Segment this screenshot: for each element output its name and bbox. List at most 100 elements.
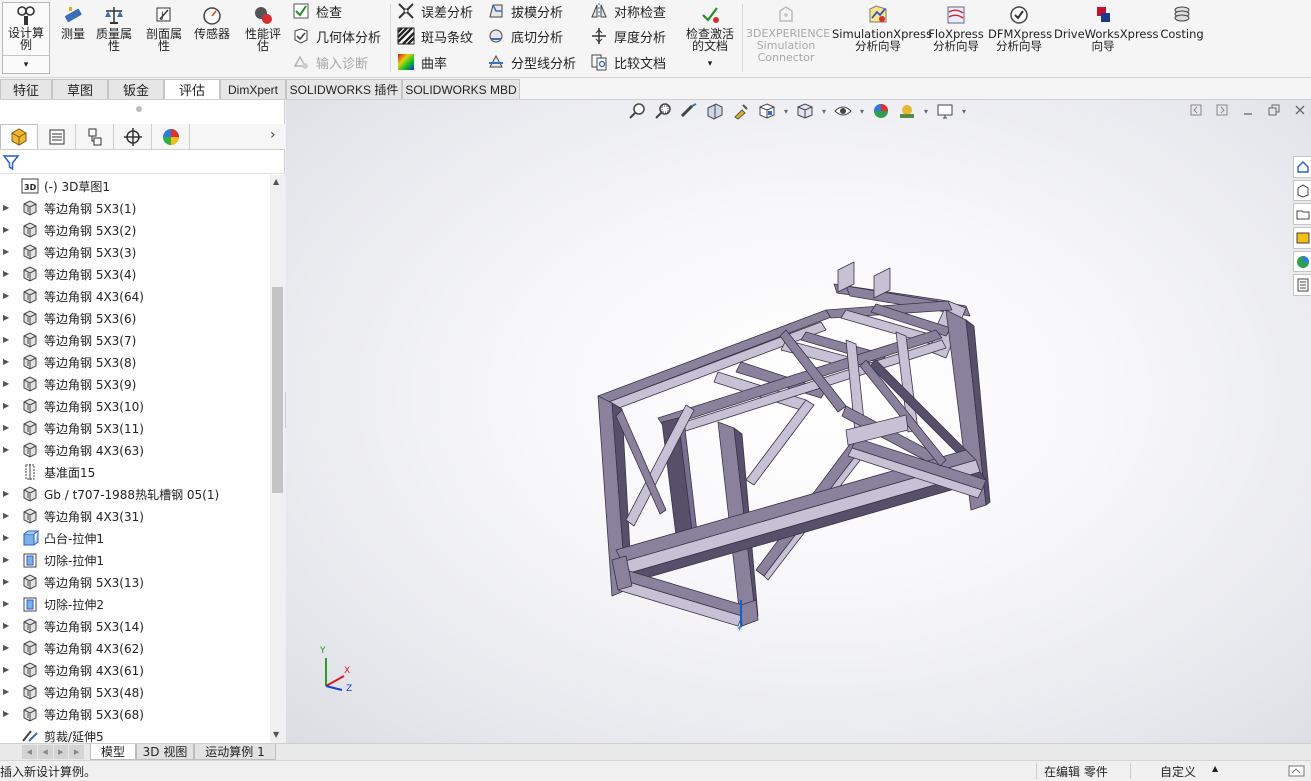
tab-features[interactable]: 特征 [0, 79, 52, 99]
frame-member[interactable] [740, 599, 759, 627]
expand-arrow-icon[interactable]: ▶ [3, 203, 11, 213]
expand-arrow-icon[interactable]: ▶ [3, 291, 11, 301]
design-study-button[interactable]: 设计算例 ▾ [2, 2, 50, 74]
frame-member[interactable] [745, 399, 815, 486]
driveworksxpress-button[interactable]: DriveWorksXpress 向导 [1054, 4, 1158, 52]
filter-funnel-icon[interactable] [2, 153, 20, 171]
scroll-up-arrow-icon[interactable]: ▲ [273, 177, 279, 186]
expand-arrow-icon[interactable]: ▶ [3, 643, 11, 653]
expand-arrow-icon[interactable]: ▶ [3, 313, 11, 323]
expand-arrow-icon[interactable]: ▶ [3, 357, 11, 367]
frame-member[interactable] [869, 359, 967, 457]
tab-nav-buttons[interactable]: ◀ ◀ ▶ ▶ [22, 745, 84, 759]
tree-item[interactable]: ▶ 切除-拉伸1 [0, 549, 268, 571]
units-custom-dropdown[interactable]: 自定义 [1160, 763, 1196, 780]
tree-item[interactable]: ▶ 等边角钢 5X3(14) [0, 615, 268, 637]
tab-solidworks-addins[interactable]: SOLIDWORKS 插件 [286, 79, 402, 99]
tree-item[interactable]: ▶ 等边角钢 5X3(3) [0, 241, 268, 263]
last-tab-icon[interactable]: ▶ [69, 745, 84, 759]
deviation-analysis-button[interactable]: 误差分析 [397, 0, 473, 22]
tree-item[interactable]: ▶ 等边角钢 5X3(48) [0, 681, 268, 703]
tree-item[interactable]: ▶ 等边角钢 5X3(13) [0, 571, 268, 593]
expand-arrow-icon[interactable]: ▶ [3, 599, 11, 609]
tree-item[interactable]: ▶ 等边角钢 5X3(1) [0, 197, 268, 219]
dfmxpress-button[interactable]: DFMXpress 分析向导 [988, 4, 1052, 52]
tree-item[interactable]: ▶ 等边角钢 5X3(4) [0, 263, 268, 285]
sensor-button[interactable]: 传感器 [192, 4, 232, 40]
tree-item[interactable]: ▶ 等边角钢 5X3(7) [0, 329, 268, 351]
display-manager-tab[interactable] [152, 124, 190, 149]
tree-item[interactable]: ▶ 等边角钢 4X3(61) [0, 659, 268, 681]
expand-arrow-icon[interactable]: ▶ [3, 445, 11, 455]
simulationxpress-button[interactable]: SimulationXpress 分析向导 [832, 4, 932, 52]
prev-tab-icon[interactable]: ◀ [37, 745, 53, 759]
expand-arrow-icon[interactable]: ▶ [3, 533, 11, 543]
tree-item[interactable]: 基准面15 [0, 461, 268, 483]
tree-item[interactable]: ▶ 切除-拉伸2 [0, 593, 268, 615]
mass-properties-button[interactable]: 质量属性 [92, 4, 136, 52]
tree-item[interactable]: ▶ 等边角钢 4X3(31) [0, 505, 268, 527]
tree-item[interactable]: ▶ 等边角钢 4X3(62) [0, 637, 268, 659]
configuration-manager-tab[interactable] [76, 124, 114, 149]
expand-arrow-icon[interactable]: ▶ [3, 379, 11, 389]
expand-arrow-icon[interactable]: ▶ [3, 423, 11, 433]
feature-manager-tab[interactable] [0, 124, 38, 149]
tree-item[interactable]: ▶ 等边角钢 5X3(68) [0, 703, 268, 725]
check-button[interactable]: 检查 [292, 0, 342, 22]
tab-3d-views[interactable]: 3D 视图 [136, 744, 194, 760]
tree-item[interactable]: ▶ 等边角钢 5X3(6) [0, 307, 268, 329]
tree-item[interactable]: 3D (-) 3D草图1 [0, 175, 268, 197]
curvature-button[interactable]: 曲率 [397, 51, 447, 73]
import-diagnostics-button[interactable]: 输入诊断 [292, 51, 368, 73]
floxpress-button[interactable]: FloXpress 分析向导 [928, 4, 984, 52]
expand-panel-arrow-icon[interactable]: › [270, 127, 276, 143]
draft-analysis-button[interactable]: 拔模分析 [487, 0, 563, 22]
expand-arrow-icon[interactable]: ▶ [3, 621, 11, 631]
chevron-down-icon[interactable]: ▾ [708, 58, 713, 70]
tree-scrollbar[interactable]: ▲ ▼ [270, 175, 285, 743]
scroll-down-arrow-icon[interactable]: ▼ [273, 730, 279, 739]
property-manager-tab[interactable] [38, 124, 76, 149]
first-tab-icon[interactable]: ◀ [22, 745, 37, 759]
symmetry-check-button[interactable]: 对称检查 [590, 0, 666, 22]
measure-button[interactable]: 测量 [56, 4, 90, 40]
tab-motion-study-1[interactable]: 运动算例 1 [194, 744, 276, 760]
resize-grip-icon[interactable] [1288, 764, 1306, 778]
parting-line-analysis-button[interactable]: 分型线分析 [487, 51, 576, 73]
tree-item[interactable]: ▶ 等边角钢 5X3(10) [0, 395, 268, 417]
expand-arrow-icon[interactable]: ▶ [3, 511, 11, 521]
compare-documents-button[interactable]: 比较文档 [590, 51, 666, 73]
expand-arrow-icon[interactable]: ▶ [3, 401, 11, 411]
geometry-analysis-button[interactable]: 几何体分析 [292, 25, 381, 47]
zebra-stripes-button[interactable]: 斑马条纹 [397, 25, 473, 47]
tab-evaluate[interactable]: 评估 [164, 79, 220, 99]
scrollbar-thumb[interactable] [272, 287, 283, 493]
expand-arrow-icon[interactable]: ▶ [3, 709, 11, 719]
experience-simulation-connector-button[interactable]: 3DEXPERIENCE Simulation Connector [746, 4, 830, 64]
expand-arrow-icon[interactable]: ▶ [3, 577, 11, 587]
tab-model[interactable]: 模型 [90, 744, 136, 760]
costing-button[interactable]: Costing [1158, 4, 1206, 40]
dimxpert-manager-tab[interactable] [114, 124, 152, 149]
tab-solidworks-mbd[interactable]: SOLIDWORKS MBD [402, 79, 520, 99]
expand-arrow-icon[interactable]: ▶ [3, 489, 11, 499]
tab-sheet-metal[interactable]: 钣金 [108, 79, 164, 99]
tree-item[interactable]: ▶ 凸台-拉伸1 [0, 527, 268, 549]
tree-item[interactable]: 剪裁/延伸5 [0, 725, 268, 743]
panel-grip-handle[interactable] [136, 106, 142, 112]
tree-item[interactable]: ▶ 等边角钢 4X3(64) [0, 285, 268, 307]
design-study-dropdown[interactable]: ▾ [3, 55, 49, 73]
expand-arrow-icon[interactable]: ▶ [3, 247, 11, 257]
thickness-analysis-button[interactable]: 厚度分析 [590, 25, 666, 47]
graphics-area[interactable]: ▾ ▾ ▾ ▾ ▾ * Y X Z [286, 100, 1311, 743]
tree-item[interactable]: ▶ 等边角钢 5X3(11) [0, 417, 268, 439]
expand-arrow-icon[interactable]: ▶ [3, 225, 11, 235]
expand-arrow-icon[interactable]: ▶ [3, 335, 11, 345]
steel-frame-model[interactable]: * [286, 100, 1311, 743]
tree-item[interactable]: ▶ Gb / t707-1988热轧槽钢 05(1) [0, 483, 268, 505]
tab-sketch[interactable]: 草图 [52, 79, 108, 99]
undercut-analysis-button[interactable]: 底切分析 [487, 25, 563, 47]
performance-evaluation-button[interactable]: 性能评估 [242, 4, 284, 52]
check-active-document-button[interactable]: 检查激活的文档 ▾ [682, 4, 738, 70]
tree-item[interactable]: ▶ 等边角钢 4X3(63) [0, 439, 268, 461]
